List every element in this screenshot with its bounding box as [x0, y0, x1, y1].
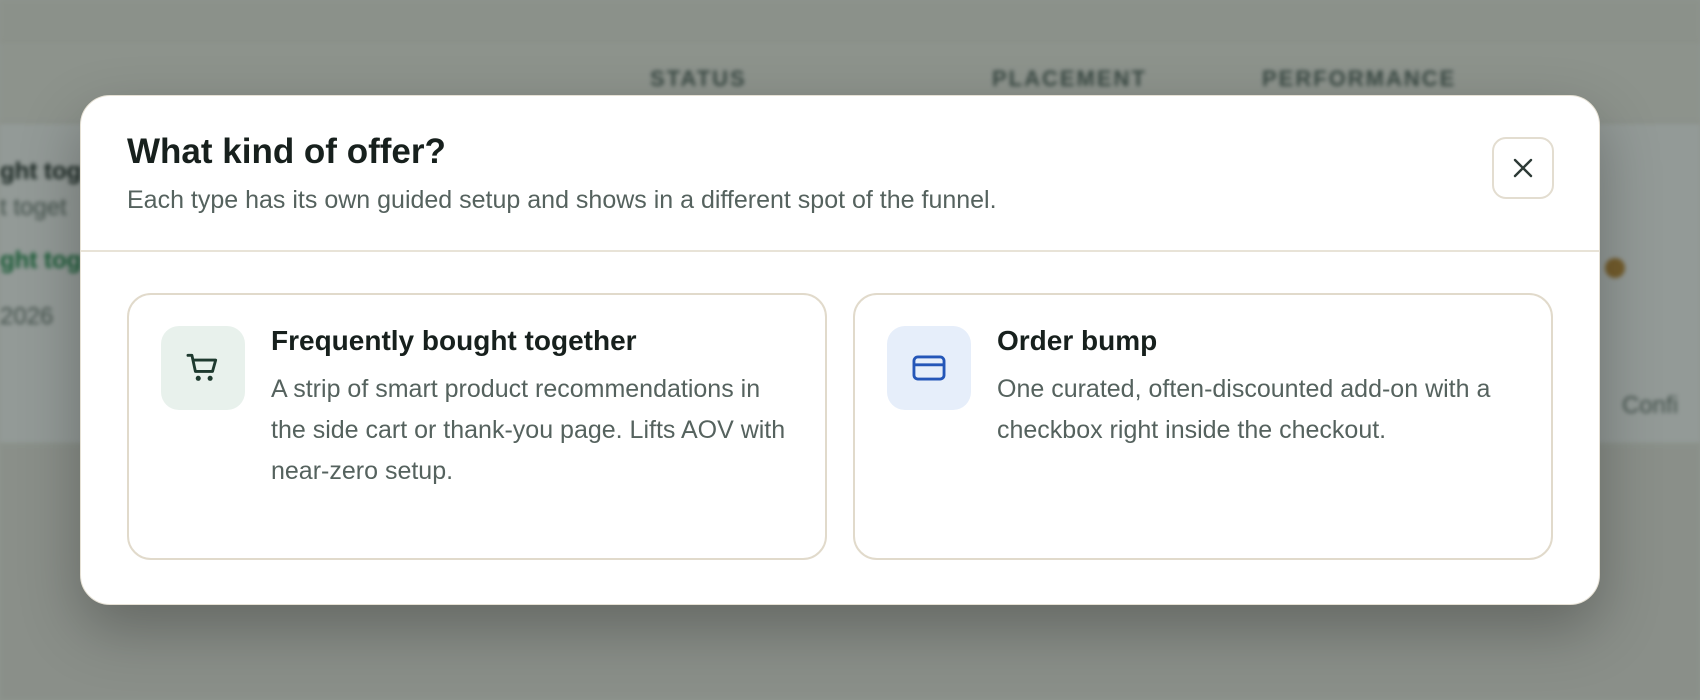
option-description: A strip of smart product recommendations… [271, 375, 786, 485]
offer-option-frequently-bought-together[interactable]: Frequently bought together A strip of sm… [127, 293, 827, 560]
option-title: Frequently bought together [271, 325, 637, 356]
cart-icon-tile [161, 326, 245, 410]
offer-option-order-bump[interactable]: Order bump One curated, often-discounted… [853, 293, 1553, 560]
option-description: One curated, often-discounted add-on wit… [997, 375, 1491, 444]
option-title: Order bump [997, 325, 1158, 356]
credit-card-icon-tile [887, 326, 971, 410]
credit-card-icon [912, 355, 946, 381]
dialog-header: What kind of offer? Each type has its ow… [81, 96, 1599, 252]
offer-type-dialog: What kind of offer? Each type has its ow… [80, 95, 1600, 605]
close-icon [1513, 158, 1533, 178]
dialog-title: What kind of offer? [127, 132, 446, 171]
cart-icon [186, 353, 218, 381]
close-button[interactable] [1492, 137, 1554, 199]
dialog-subtitle: Each type has its own guided setup and s… [127, 186, 997, 214]
